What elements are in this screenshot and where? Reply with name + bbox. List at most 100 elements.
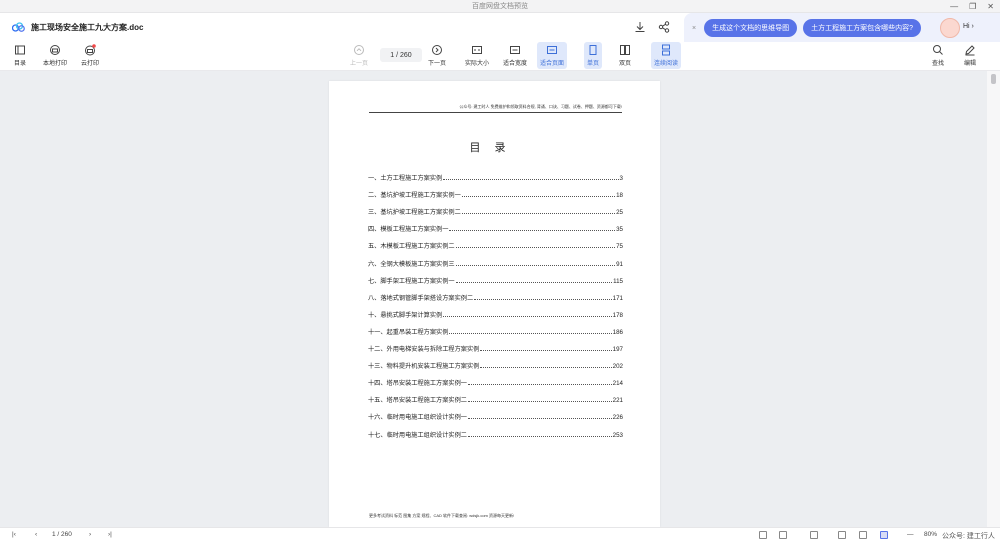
double-page-button[interactable]: 双页: [619, 44, 631, 67]
fit-page-button[interactable]: 适合页面: [537, 42, 568, 69]
actual-size-view-icon[interactable]: [838, 531, 846, 539]
restore-icon[interactable]: ❐: [969, 2, 976, 11]
fit-width-button[interactable]: 适合宽度: [503, 44, 527, 67]
single-view-icon[interactable]: [759, 531, 767, 539]
toc-entry[interactable]: 五、木模板工程施工方案实例二 75: [368, 233, 623, 250]
toc-entry-label: 十七、临时用电施工组织设计实例二: [368, 431, 467, 439]
cloud-print-label: 云打印: [81, 61, 100, 67]
toc-entry[interactable]: 十三、物料提升机安装工程施工方案实例 202: [368, 353, 623, 370]
first-page-icon[interactable]: |‹: [12, 531, 16, 538]
toc-entry[interactable]: 十、悬挑式脚手架计算实例 178: [368, 302, 623, 319]
document-viewport[interactable]: 公众号: 建工时人 免费维护和领取资料合规, 背诵、口诀、习题、试卷、押题、资源…: [0, 71, 1000, 527]
toc-entry[interactable]: 十一、起重吊装工程方案实例 186: [368, 319, 623, 336]
arrow-up-circle-icon: [354, 45, 364, 55]
toc-entry-page: 214: [612, 380, 623, 388]
cloud-print-button[interactable]: 云打印: [81, 44, 99, 67]
toc-entry[interactable]: 十七、临时用电施工组织设计实例二 253: [368, 421, 623, 439]
prev-page-icon[interactable]: ‹: [35, 531, 37, 538]
toc-leader-dots: [480, 350, 612, 352]
single-page-button[interactable]: 单页: [584, 42, 603, 69]
toc-leader-dots: [449, 332, 612, 334]
toc-entry-page: 35: [616, 226, 623, 234]
fit-page-view-icon[interactable]: [880, 531, 888, 539]
toc-entry-label: 六、全钢大模板施工方案实例三: [368, 260, 455, 268]
doc-filename: 施工现场安全施工九大方案.doc: [31, 22, 144, 32]
toc-entry-label: 十、悬挑式脚手架计算实例: [368, 311, 443, 319]
toc-entry[interactable]: 二、基坑护坡工程施工方案实例一 18: [368, 182, 623, 199]
pencil-icon: [965, 45, 975, 56]
zoom-level[interactable]: 80%: [924, 531, 937, 538]
toc-entry[interactable]: 三、基坑护坡工程施工方案实例二 25: [368, 199, 623, 216]
toc-entry[interactable]: 一、土方工程施工方案实例 3: [368, 165, 623, 182]
status-page-indicator[interactable]: 1 / 260: [52, 531, 72, 538]
scroll-view-icon[interactable]: [810, 531, 818, 539]
toc-entry-page: 253: [612, 431, 623, 439]
last-page-icon[interactable]: ›|: [108, 531, 112, 538]
ai-close-button[interactable]: ×: [692, 25, 696, 32]
next-page-button[interactable]: 下一页: [428, 44, 446, 67]
prev-page-button[interactable]: 上一页: [350, 44, 368, 67]
fit-page-label: 适合页面: [540, 61, 565, 67]
toc-entry[interactable]: 十五、塔吊安装工程施工方案实例二 221: [368, 387, 623, 404]
find-button[interactable]: 查找: [932, 44, 944, 67]
toc-entry-label: 四、模板工程施工方案实例一: [368, 226, 449, 234]
toc-entry-label: 七、脚手架工程施工方案实例一: [368, 277, 455, 285]
toc-entry-page: 171: [612, 294, 623, 302]
ai-suggestion-question[interactable]: 土方工程施工方案包含哪些内容?: [803, 19, 921, 37]
toc-leader-dots: [443, 179, 619, 181]
continuous-read-button[interactable]: 连续阅读: [651, 42, 682, 69]
toc-leader-dots: [480, 367, 612, 369]
toc-leader-dots: [468, 418, 612, 420]
window-title: 百度网盘文档预览: [472, 3, 528, 10]
edit-button[interactable]: 编辑: [964, 44, 976, 67]
fit-width-view-icon[interactable]: [859, 531, 867, 539]
toc-entry-label: 十五、塔吊安装工程施工方案实例二: [368, 397, 467, 405]
toc-entry-label: 五、木模板工程施工方案实例二: [368, 243, 455, 251]
toc-entry-label: 八、落地式钢管脚手架搭设方案实例二: [368, 294, 474, 302]
next-page-icon[interactable]: ›: [89, 531, 91, 538]
watermark-text: 公众号: 建工行人: [942, 533, 995, 540]
actual-size-button[interactable]: 实际大小: [465, 44, 489, 67]
share-icon[interactable]: [658, 21, 670, 33]
vertical-scrollbar[interactable]: [987, 71, 1000, 527]
ai-suggestion-mindmap[interactable]: 生成这个文档的思维导图: [704, 19, 798, 37]
local-print-button[interactable]: 本地打印: [43, 44, 67, 67]
toc-entry-label: 二、基坑护坡工程施工方案实例一: [368, 192, 461, 200]
toc-leader-dots: [468, 401, 612, 403]
fit-page-icon: [547, 46, 557, 54]
close-icon[interactable]: ✕: [987, 2, 994, 11]
status-bar: |‹ ‹ 1 / 260 › ›| — 80%: [0, 527, 1000, 542]
download-icon[interactable]: [634, 21, 646, 33]
toc-leader-dots: [461, 213, 616, 215]
ai-greeting[interactable]: Hi ›: [963, 23, 974, 30]
cloud-print-icon: [85, 44, 96, 56]
toc-title: 目录: [469, 142, 520, 154]
search-icon: [933, 45, 943, 55]
edit-label: 编辑: [964, 61, 977, 67]
page-number-input[interactable]: 1 / 260: [380, 48, 422, 62]
page-header-text: 公众号: 建工时人 免费维护和领取资料合规, 背诵、口诀、习题、试卷、押题、资源…: [369, 104, 622, 113]
toc-entry-label: 十一、起重吊装工程方案实例: [368, 328, 449, 336]
double-view-icon[interactable]: [779, 531, 787, 539]
ai-avatar-icon[interactable]: [940, 18, 960, 38]
toc-entry-page: 115: [613, 277, 623, 285]
window-controls: — ❐ ✕: [950, 0, 994, 12]
header-actions: [634, 21, 670, 33]
toc-entry[interactable]: 十二、外用电梯安装与拆除工程方案实例 197: [368, 336, 623, 353]
zoom-out-icon[interactable]: —: [907, 531, 914, 538]
toc-entry[interactable]: 七、脚手架工程施工方案实例一 115: [368, 268, 623, 285]
toc-entry[interactable]: 六、全钢大模板施工方案实例三 91: [368, 250, 623, 268]
toc-leader-dots: [468, 435, 612, 437]
toc-entry-page: 178: [612, 311, 623, 319]
toc-button[interactable]: 目录: [14, 44, 26, 67]
toc-entry[interactable]: 十四、塔吊安装工程施工方案实例一 214: [368, 370, 623, 387]
toc-entry-label: 十四、塔吊安装工程施工方案实例一: [368, 380, 467, 388]
toc-entry[interactable]: 四、模板工程施工方案实例一 35: [368, 216, 623, 233]
toc-entry[interactable]: 八、落地式钢管脚手架搭设方案实例二 171: [368, 285, 623, 302]
toc-leader-dots: [455, 247, 616, 249]
minimize-icon[interactable]: —: [950, 2, 958, 11]
scrollbar-thumb[interactable]: [991, 74, 996, 84]
toc-leader-dots: [468, 384, 612, 386]
toc-entry[interactable]: 十六、临时用电施工组织设计实例一 226: [368, 404, 623, 421]
ai-assistant-panel: × 生成这个文档的思维导图 土方工程施工方案包含哪些内容? Hi ›: [684, 13, 1000, 43]
